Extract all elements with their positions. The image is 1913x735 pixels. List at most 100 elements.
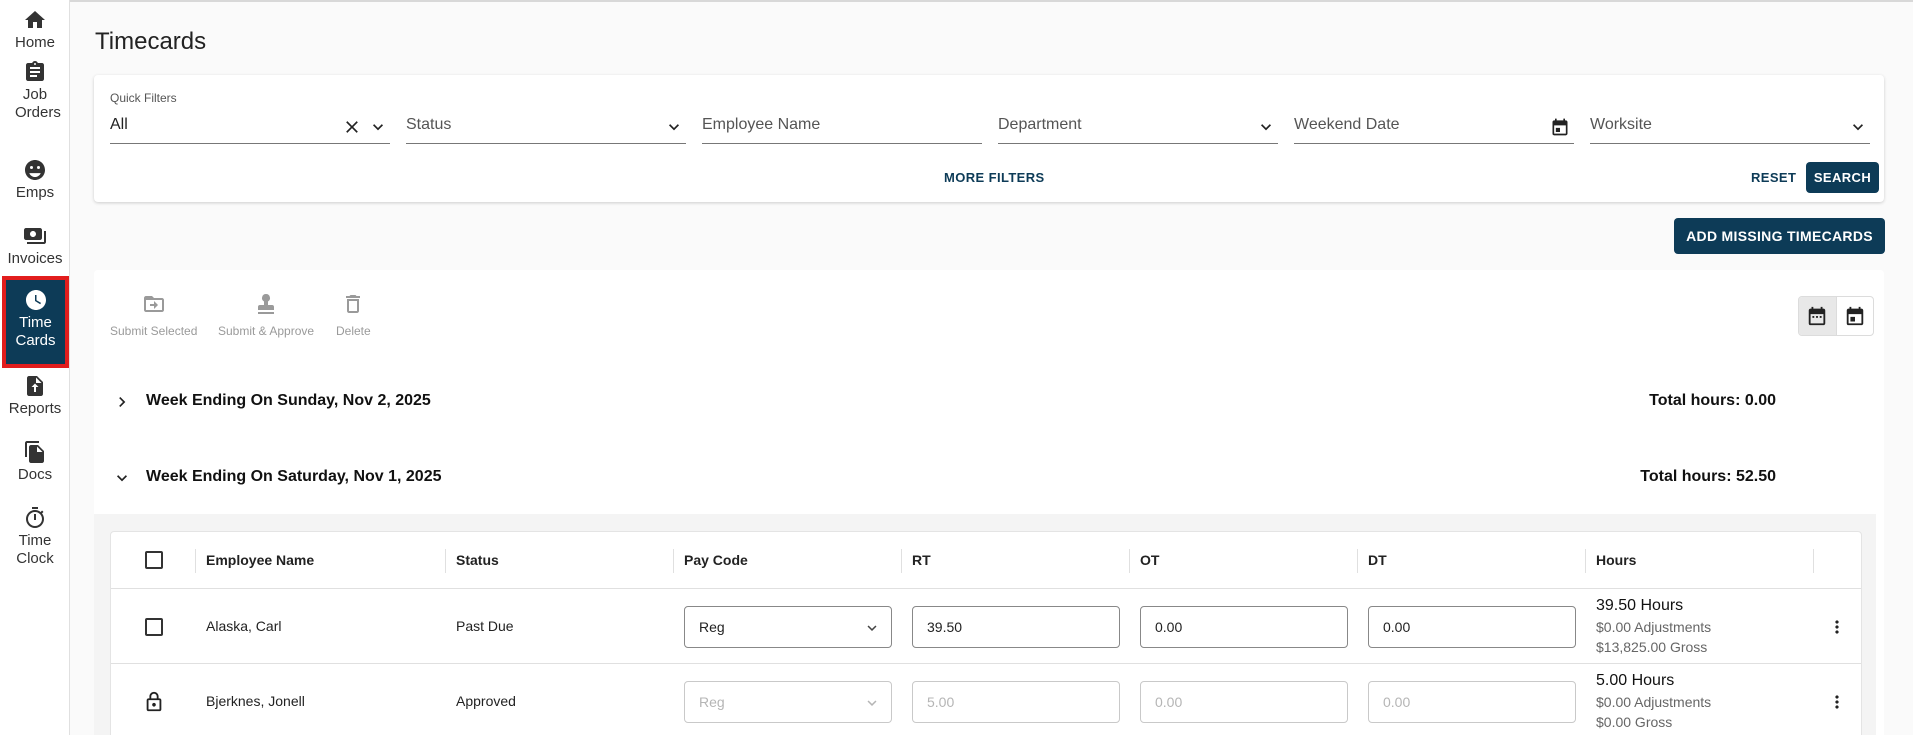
pay-code-select[interactable]: Reg xyxy=(684,606,892,648)
chevron-down-icon xyxy=(1261,124,1271,131)
file-upload-icon xyxy=(27,376,43,396)
more-filters-button[interactable]: MORE FILTERS xyxy=(944,170,1045,185)
hours-adjustments: $0.00 Adjustments xyxy=(1596,694,1712,710)
employee-name-input[interactable]: Employee Name xyxy=(702,89,982,144)
chevron-right-icon[interactable] xyxy=(112,392,132,412)
nav-emps[interactable]: Emps xyxy=(0,158,70,202)
week-total-hours: Total hours: 52.50 xyxy=(1640,468,1776,485)
quick-filters-value: All xyxy=(110,116,128,133)
nav-reports[interactable]: Reports xyxy=(0,374,70,418)
rt-input[interactable]: 39.50 xyxy=(912,606,1120,648)
clear-icon[interactable] xyxy=(342,117,362,137)
hours-gross: $0.00 Gross xyxy=(1596,714,1673,730)
quick-filters-select[interactable]: Quick Filters All xyxy=(110,89,390,144)
table-row: Alaska, Carl Past Due Reg 39.50 0.00 0.0… xyxy=(111,589,1861,664)
column-divider xyxy=(1813,549,1814,573)
col-pay-code[interactable]: Pay Code xyxy=(684,552,748,568)
employee-name[interactable]: Bjerknes, Jonell xyxy=(206,693,305,709)
row-checkbox[interactable] xyxy=(145,618,163,636)
select-all-checkbox[interactable] xyxy=(145,551,163,569)
week-title: Week Ending On Sunday, Nov 2, 2025 xyxy=(146,392,431,409)
day-view-button[interactable] xyxy=(1835,297,1873,335)
trash-icon xyxy=(346,295,361,313)
ot-input[interactable]: 0.00 xyxy=(1140,606,1348,648)
quick-filters-label: Quick Filters xyxy=(110,91,177,105)
chevron-down-icon xyxy=(1853,124,1863,131)
week-row-expanded[interactable]: Week Ending On Saturday, Nov 1, 2025 Tot… xyxy=(94,450,1884,506)
week-total-hours: Total hours: 0.00 xyxy=(1649,392,1776,409)
status-placeholder: Status xyxy=(406,116,452,133)
timecard-status: Past Due xyxy=(456,618,514,634)
employee-name[interactable]: Alaska, Carl xyxy=(206,618,281,634)
chevron-down-icon[interactable] xyxy=(112,468,132,488)
timecards-table: Employee Name Status Pay Code RT OT DT H… xyxy=(110,531,1862,735)
lock-icon xyxy=(146,691,162,712)
clipboard-icon xyxy=(26,61,44,81)
chevron-down-icon[interactable] xyxy=(368,117,388,137)
nav-docs[interactable]: Docs xyxy=(0,440,70,484)
nav-invoices-label: Invoices xyxy=(7,250,63,267)
search-button[interactable]: SEARCH xyxy=(1806,162,1879,193)
column-divider xyxy=(1129,549,1130,573)
week-row-collapsed[interactable]: Week Ending On Sunday, Nov 2, 2025 Total… xyxy=(94,374,1884,430)
home-icon xyxy=(25,11,45,28)
weekend-date-placeholder: Weekend Date xyxy=(1294,116,1400,133)
employee-name-placeholder: Employee Name xyxy=(702,116,821,133)
col-employee-name[interactable]: Employee Name xyxy=(206,552,314,568)
stamp-icon xyxy=(258,294,275,314)
status-select[interactable]: Status xyxy=(406,89,686,144)
nav-job-orders[interactable]: Job Orders xyxy=(0,60,70,122)
col-rt[interactable]: RT xyxy=(912,552,931,568)
col-ot[interactable]: OT xyxy=(1140,552,1159,568)
department-placeholder: Department xyxy=(998,116,1082,133)
worksite-select[interactable]: Worksite xyxy=(1590,89,1870,144)
submit-selected-button[interactable]: Submit Selected xyxy=(110,292,197,338)
nav-reports-label: Reports xyxy=(8,400,62,417)
clock-icon xyxy=(25,290,46,310)
people-icon xyxy=(25,160,45,180)
column-divider xyxy=(1357,549,1358,573)
nav-home[interactable]: Home xyxy=(0,8,70,52)
submit-approve-button[interactable]: Submit & Approve xyxy=(218,292,314,338)
nav-time-cards-label: Time Cards xyxy=(15,314,56,349)
top-divider xyxy=(70,0,1913,2)
calendar-day-icon xyxy=(1846,306,1864,326)
page-title: Timecards xyxy=(95,28,207,55)
week-view-button[interactable] xyxy=(1799,297,1836,335)
dt-input[interactable]: 0.00 xyxy=(1368,606,1576,648)
timecard-status: Approved xyxy=(456,693,516,709)
pay-code-value: Reg xyxy=(699,619,725,635)
nav-home-label: Home xyxy=(14,34,55,51)
column-divider xyxy=(673,549,674,573)
reset-button[interactable]: RESET xyxy=(1751,170,1796,185)
nav-invoices[interactable]: Invoices xyxy=(0,224,70,268)
submit-selected-label: Submit Selected xyxy=(110,324,198,338)
documents-icon xyxy=(25,441,44,463)
nav-time-clock[interactable]: Time Clock xyxy=(0,506,70,568)
col-status[interactable]: Status xyxy=(456,552,499,568)
nav-time-cards[interactable]: Time Cards xyxy=(2,276,69,368)
more-options-icon[interactable] xyxy=(1827,617,1847,637)
column-divider xyxy=(1585,549,1586,573)
worksite-placeholder: Worksite xyxy=(1590,116,1652,133)
rt-input: 5.00 xyxy=(912,681,1120,723)
calendar-icon[interactable] xyxy=(1550,117,1570,137)
chevron-down-icon xyxy=(867,625,877,631)
nav-time-clock-label: Time Clock xyxy=(16,532,54,567)
department-select[interactable]: Department xyxy=(998,89,1278,144)
delete-button[interactable]: Delete xyxy=(336,292,371,338)
col-hours[interactable]: Hours xyxy=(1596,552,1636,568)
chevron-down-icon xyxy=(669,124,679,131)
money-icon xyxy=(24,228,46,244)
nav-job-orders-label: Job Orders xyxy=(15,86,61,121)
weekend-date-input[interactable]: Weekend Date xyxy=(1294,89,1574,144)
pay-code-value: Reg xyxy=(699,694,725,710)
nav-emps-label: Emps xyxy=(15,184,55,201)
hours-total: 39.50 Hours xyxy=(1596,597,1684,614)
col-dt[interactable]: DT xyxy=(1368,552,1387,568)
hours-gross: $13,825.00 Gross xyxy=(1596,639,1708,655)
add-missing-timecards-button[interactable]: ADD MISSING TIMECARDS xyxy=(1674,218,1885,254)
delete-label: Delete xyxy=(336,324,371,338)
more-options-icon[interactable] xyxy=(1827,692,1847,712)
filter-panel: Quick Filters All Status Employee Name D… xyxy=(94,75,1884,202)
